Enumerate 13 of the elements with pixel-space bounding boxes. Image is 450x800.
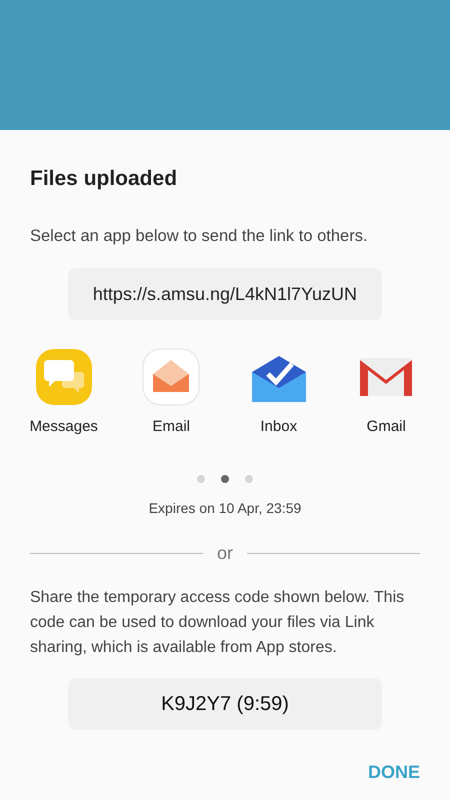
dialog-title: Files uploaded xyxy=(30,166,178,192)
envelope-icon xyxy=(142,348,200,406)
link-field[interactable]: https://s.amsu.ng/L4kN1l7YuzUN xyxy=(68,268,382,320)
code-description: Share the temporary access code shown below. This code can be used to download your files via Link sharing, which is available from App stores. xyxy=(30,588,406,658)
share-app-option[interactable]: Email xyxy=(118,348,225,439)
share-app-option[interactable]: Messages xyxy=(10,348,118,439)
instruction-text: Select an app below to send the link to others. xyxy=(30,226,369,246)
chat-bubbles-icon xyxy=(34,348,93,406)
share-app-option[interactable]: Inbox xyxy=(225,348,332,439)
or-divider-text: or xyxy=(217,542,234,565)
access-code-field: K9J2Y7 (9:59) xyxy=(68,678,382,730)
share-app-option[interactable]: Gmail xyxy=(332,348,440,439)
expiry-text: Expires on 10 Apr, 23:59 xyxy=(148,498,302,518)
